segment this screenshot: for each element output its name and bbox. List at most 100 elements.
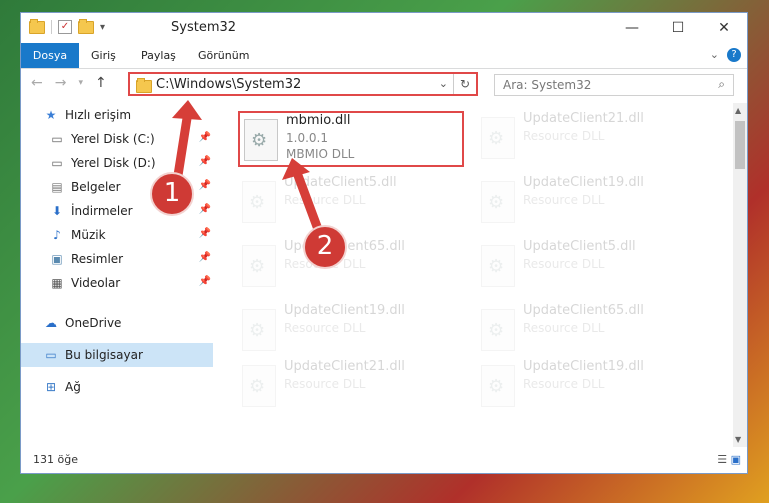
tiles-view-icon[interactable]: ▣ [731, 453, 741, 466]
address-bar-row: ← → ▾ ↑ C:\Windows\System32 ⌄ ↻ Ara: Sys… [21, 69, 747, 101]
file-name: UpdateClient19.dll [523, 359, 644, 374]
pin-icon[interactable]: 📌 [199, 252, 211, 263]
star-icon: ★ [45, 108, 57, 122]
sidebar-item-label: Bu bilgisayar [65, 348, 143, 362]
pin-icon[interactable]: 📌 [199, 180, 211, 191]
sidebar-item-disk-d[interactable]: ▭ Yerel Disk (D:) 📌 [49, 151, 215, 175]
sidebar-item-label: OneDrive [65, 316, 122, 330]
nav-buttons: ← → ▾ ↑ [31, 75, 107, 91]
download-icon: ⬇ [51, 204, 63, 218]
file-type: Resource DLL [523, 377, 605, 391]
file-name: mbmio.dll [286, 113, 351, 128]
video-icon: ▦ [51, 276, 63, 290]
sidebar-item-network[interactable]: ⊞ Ağ [43, 375, 235, 399]
properties-icon[interactable]: ✓ [58, 20, 72, 34]
computer-icon: ▭ [45, 348, 57, 362]
callout-2: 2 [303, 225, 347, 269]
scroll-up-icon[interactable]: ▲ [735, 106, 741, 115]
file-type: Resource DLL [523, 193, 605, 207]
sidebar-item-label: Yerel Disk (D:) [71, 156, 156, 170]
minimize-button[interactable]: — [609, 13, 655, 43]
pin-icon[interactable]: 📌 [199, 156, 211, 167]
address-input[interactable]: C:\Windows\System32 ⌄ ↻ [128, 72, 478, 96]
vertical-scrollbar[interactable]: ▲ ▼ [733, 103, 747, 447]
search-placeholder: Ara: System32 [503, 78, 592, 92]
address-path: C:\Windows\System32 [156, 77, 302, 92]
folder-icon [136, 78, 152, 93]
pin-icon[interactable]: 📌 [199, 228, 211, 239]
tab-home[interactable]: Giriş [91, 43, 116, 68]
chevron-down-icon[interactable]: ⌄ [439, 77, 448, 90]
recent-locations-icon[interactable]: ▾ [78, 78, 83, 91]
callout-1: 1 [150, 172, 194, 216]
search-icon: ⌕ [718, 77, 725, 91]
file-item-mbmio[interactable]: mbmio.dll 1.0.0.1 MBMIO DLL [238, 111, 464, 167]
forward-icon[interactable]: → [55, 75, 67, 91]
refresh-icon[interactable]: ↻ [453, 74, 476, 94]
tab-share[interactable]: Paylaş [141, 43, 176, 68]
sidebar-item-label: Yerel Disk (C:) [71, 132, 155, 146]
dll-file-icon [481, 309, 515, 351]
sidebar-item-quick-access[interactable]: ★ Hızlı erişim [43, 103, 235, 127]
file-name: UpdateClient5.dll [523, 239, 636, 254]
search-input[interactable]: Ara: System32 ⌕ [494, 74, 734, 96]
sidebar-item-music[interactable]: ♪ Müzik 📌 [49, 223, 215, 247]
file-item[interactable]: UpdateClient65.dll Resource DLL [477, 303, 707, 359]
title-bar: ✓ ▾ System32 — ☐ ✕ [21, 13, 747, 43]
sidebar-item-label: Ağ [65, 380, 81, 394]
file-item[interactable]: UpdateClient19.dll Resource DLL [238, 303, 468, 359]
details-view-icon[interactable]: ☰ [717, 453, 727, 466]
scroll-down-icon[interactable]: ▼ [735, 435, 741, 444]
pin-icon[interactable]: 📌 [199, 132, 211, 143]
quick-access-toolbar: ✓ ▾ [29, 18, 105, 34]
file-item[interactable]: UpdateClient19.dll Resource DLL [477, 175, 707, 231]
tab-file[interactable]: Dosya [21, 43, 79, 68]
file-item[interactable]: UpdateClient21.dll Resource DLL [477, 111, 707, 167]
file-type: Resource DLL [523, 321, 605, 335]
toolbar-divider [51, 20, 52, 34]
sidebar-item-label: Müzik [71, 228, 106, 242]
help-icon[interactable]: ? [727, 48, 741, 62]
maximize-button[interactable]: ☐ [655, 13, 701, 43]
pin-icon[interactable]: 📌 [199, 276, 211, 287]
pin-icon[interactable]: 📌 [199, 204, 211, 215]
file-item[interactable]: UpdateClient19.dll Resource DLL [477, 359, 707, 415]
dll-file-icon [242, 365, 276, 407]
file-item[interactable]: UpdateClient21.dll Resource DLL [238, 359, 468, 415]
file-name: UpdateClient19.dll [284, 303, 405, 318]
file-name: UpdateClient21.dll [284, 359, 405, 374]
file-type: Resource DLL [284, 377, 366, 391]
close-button[interactable]: ✕ [701, 13, 747, 43]
sidebar-item-pictures[interactable]: ▣ Resimler 📌 [49, 247, 215, 271]
new-folder-icon[interactable] [78, 18, 94, 34]
file-name: UpdateClient65.dll [523, 303, 644, 318]
dll-file-icon [481, 365, 515, 407]
file-item[interactable]: UpdateClient5.dll Resource DLL [477, 239, 707, 295]
navigation-pane: ★ Hızlı erişim ▭ Yerel Disk (C:) 📌 ▭ Yer… [21, 103, 216, 447]
sidebar-item-onedrive[interactable]: ☁ OneDrive [43, 311, 235, 335]
file-version: 1.0.0.1 [286, 131, 328, 145]
file-item[interactable]: UpdateClient65.dll Resource DLL [238, 239, 468, 295]
tab-view[interactable]: Görünüm [198, 43, 249, 68]
sidebar-item-label: Hızlı erişim [65, 108, 132, 122]
customize-toolbar-icon[interactable]: ▾ [100, 22, 105, 33]
picture-icon: ▣ [51, 252, 63, 266]
expand-ribbon-icon[interactable]: ⌄ [710, 48, 719, 61]
sidebar-item-this-pc[interactable]: ▭ Bu bilgisayar [21, 343, 213, 367]
sidebar-item-label: Videolar [71, 276, 121, 290]
sidebar-item-label: Belgeler [71, 180, 121, 194]
file-item[interactable]: UpdateClient5.dll Resource DLL [238, 175, 468, 231]
sidebar-item-disk-c[interactable]: ▭ Yerel Disk (C:) 📌 [49, 127, 215, 151]
sidebar-item-videos[interactable]: ▦ Videolar 📌 [49, 271, 215, 295]
scrollbar-thumb[interactable] [735, 121, 745, 169]
up-icon[interactable]: ↑ [95, 75, 107, 91]
file-type: Resource DLL [284, 193, 366, 207]
dll-file-icon [481, 245, 515, 287]
item-count: 131 öğe [33, 453, 78, 466]
drive-icon: ▭ [51, 132, 63, 146]
file-type: Resource DLL [523, 257, 605, 271]
dll-file-icon [242, 309, 276, 351]
file-description: MBMIO DLL [286, 147, 355, 161]
cloud-icon: ☁ [45, 316, 57, 330]
back-icon[interactable]: ← [31, 75, 43, 91]
